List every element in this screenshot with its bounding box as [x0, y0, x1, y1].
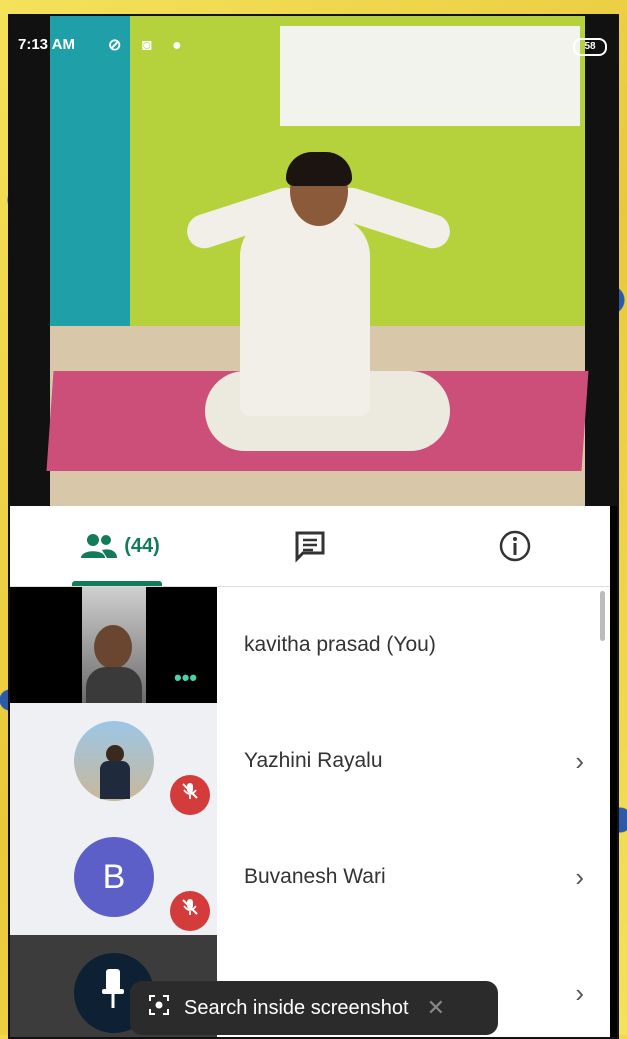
- participant-row[interactable]: Yazhini Rayalu ›: [10, 703, 610, 819]
- chevron-right-icon[interactable]: ›: [575, 819, 584, 935]
- participant-name: kavitha prasad (You): [244, 633, 436, 656]
- person-body: [240, 216, 370, 416]
- participant-row[interactable]: B Buvanesh Wari ›: [10, 819, 610, 935]
- pin-icon: [102, 969, 124, 1008]
- battery-icon: 58: [573, 38, 607, 56]
- mic-off-glyph: [182, 783, 198, 799]
- notification-icons: ⊘ ◙ ●: [108, 37, 190, 54]
- people-icon: [81, 534, 118, 558]
- avatar: [74, 721, 154, 801]
- participant-name: Buvanesh Wari: [244, 865, 386, 888]
- participant-thumb: B: [10, 819, 217, 935]
- participant-name: Yazhini Rayalu: [244, 749, 383, 772]
- tab-chat[interactable]: [265, 506, 355, 586]
- close-icon[interactable]: ✕: [427, 995, 445, 1021]
- participant-thumb: [10, 703, 217, 819]
- avatar-letter: B: [74, 837, 154, 917]
- chat-icon: [295, 531, 325, 563]
- mic-off-icon: [170, 775, 210, 815]
- active-tab-indicator: [72, 581, 162, 586]
- mic-off-icon: [170, 891, 210, 931]
- status-bar: 7:13 AM ⊘ ◙ ● 58: [10, 16, 617, 56]
- status-time: 7:13 AM: [18, 36, 75, 53]
- chevron-right-icon[interactable]: ›: [575, 703, 584, 819]
- participant-row[interactable]: ••• kavitha prasad (You): [10, 587, 610, 703]
- people-count: (44): [124, 534, 160, 557]
- self-shoulders: [86, 667, 142, 703]
- mic-off-glyph: [182, 899, 198, 915]
- toast-label: Search inside screenshot: [184, 996, 409, 1019]
- person-hair: [286, 152, 352, 186]
- tab-people[interactable]: (44): [50, 506, 190, 586]
- participant-video-thumb: •••: [10, 587, 217, 703]
- participant-list[interactable]: ••• kavitha prasad (You) Yazhini Rayalu …: [10, 587, 610, 1037]
- search-screenshot-toast[interactable]: Search inside screenshot ✕: [130, 981, 498, 1035]
- panel-tabs: (44): [10, 506, 610, 587]
- self-video: [82, 587, 146, 703]
- main-video-feed[interactable]: 7:13 AM ⊘ ◙ ● 58: [10, 16, 617, 506]
- chevron-right-icon[interactable]: ›: [575, 935, 584, 1037]
- lens-icon: [144, 993, 174, 1023]
- video-wall-blue: [50, 16, 130, 326]
- self-face: [94, 625, 132, 669]
- phone-screen: 7:13 AM ⊘ ◙ ● 58 (44) ••• kavitha prasad…: [8, 14, 619, 1039]
- tab-info[interactable]: [470, 506, 560, 586]
- avatar-body: [100, 761, 130, 799]
- info-icon: [499, 530, 531, 562]
- more-dots-icon[interactable]: •••: [174, 665, 197, 691]
